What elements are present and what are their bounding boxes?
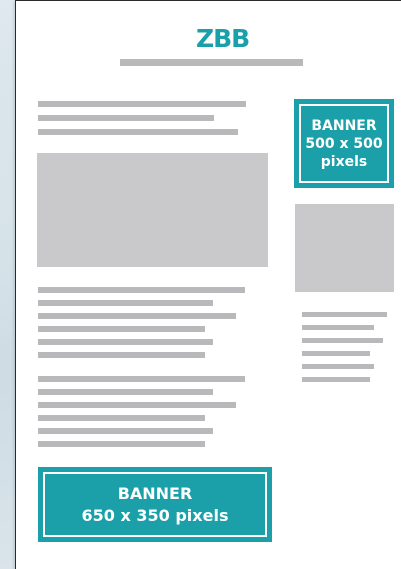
- bottom-banner-frame: BANNER 650 x 350 pixels: [43, 472, 267, 537]
- text-line: [38, 326, 205, 332]
- side-banner-size: 500 x 500: [305, 135, 383, 152]
- bottom-banner: BANNER 650 x 350 pixels: [38, 467, 272, 542]
- sidebar-text-line: [302, 312, 387, 317]
- bottom-banner-size: 650 x 350 pixels: [81, 505, 229, 525]
- sidebar-text-line: [302, 377, 370, 382]
- text-line: [38, 389, 213, 395]
- text-line: [38, 129, 238, 135]
- side-banner-unit: pixels: [320, 153, 368, 170]
- text-line: [38, 101, 246, 107]
- page-mockup: ZBB BANNER 650 x 350 pixels BANNER 500 x…: [15, 0, 401, 569]
- text-line: [38, 300, 213, 306]
- header-nav-bar: [120, 59, 303, 66]
- text-line: [38, 402, 236, 408]
- sidebar-text-line: [302, 364, 374, 369]
- text-line: [38, 441, 205, 447]
- bottom-banner-title: BANNER: [117, 483, 193, 503]
- text-line: [38, 313, 236, 319]
- text-line: [38, 428, 213, 434]
- side-banner: BANNER 500 x 500 pixels: [294, 99, 394, 188]
- side-banner-frame: BANNER 500 x 500 pixels: [299, 104, 389, 183]
- sidebar-image-placeholder: [295, 204, 394, 292]
- sidebar-text-line: [302, 325, 374, 330]
- sidebar-text-line: [302, 338, 383, 343]
- text-line: [38, 376, 245, 382]
- text-line: [38, 339, 213, 345]
- main-image-placeholder: [37, 153, 268, 267]
- side-banner-title: BANNER: [311, 117, 377, 134]
- sidebar-text-line: [302, 351, 370, 356]
- text-line: [38, 287, 245, 293]
- text-line: [38, 415, 205, 421]
- text-line: [38, 352, 205, 358]
- text-line: [38, 115, 214, 121]
- site-logo: ZBB: [196, 24, 250, 53]
